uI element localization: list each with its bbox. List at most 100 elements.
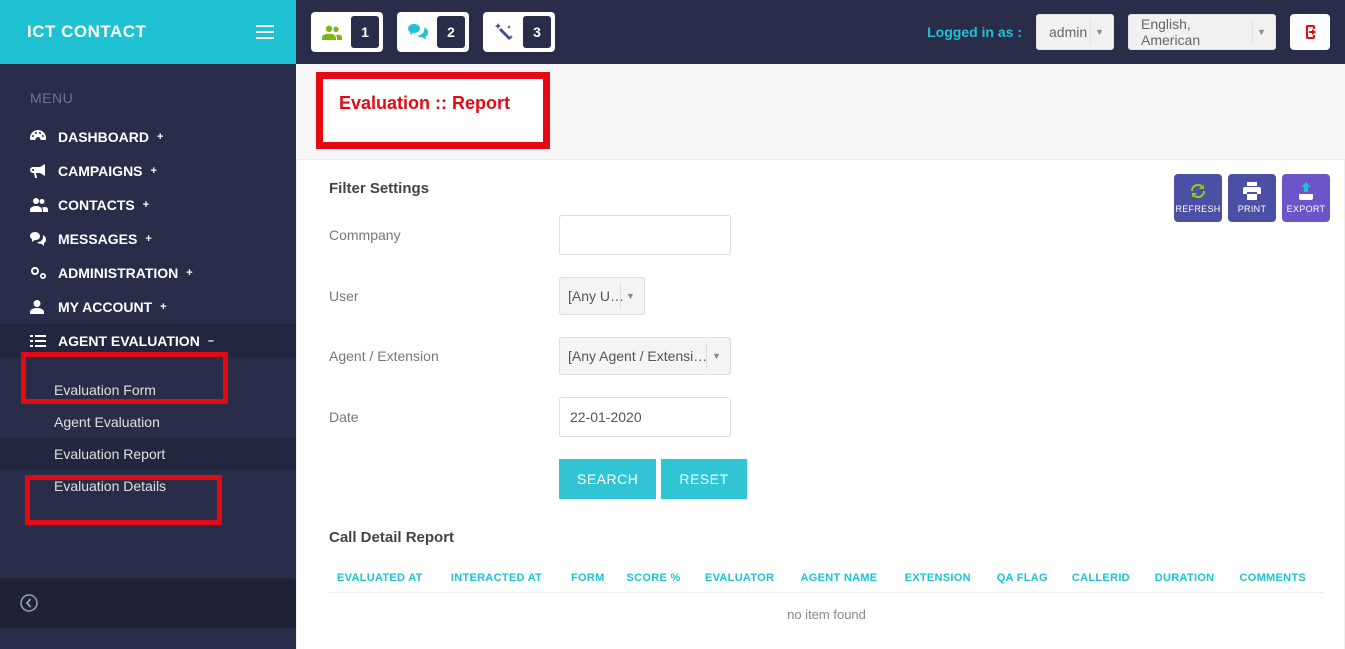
export-button[interactable]: EXPORT xyxy=(1282,174,1330,222)
date-input[interactable] xyxy=(559,397,731,437)
chevron-down-icon: ▼ xyxy=(620,282,640,310)
submenu: Evaluation Form Agent Evaluation Evaluat… xyxy=(0,358,296,502)
col-form[interactable]: FORM xyxy=(563,564,619,593)
users-icon xyxy=(315,16,349,48)
table-empty-row: no item found xyxy=(329,593,1324,637)
report-table: EVALUATED AT INTERACTED AT FORM SCORE % … xyxy=(329,564,1324,636)
nav-my-account[interactable]: MY ACCOUNT + xyxy=(0,290,296,324)
refresh-label: REFRESH xyxy=(1175,204,1220,214)
user-select-value: [Any U… xyxy=(568,288,624,304)
company-label: Commpany xyxy=(329,227,559,243)
language-dropdown[interactable]: English, American ▼ xyxy=(1128,14,1276,50)
step-1[interactable]: 1 xyxy=(311,12,383,52)
row-user: User [Any U… ▼ xyxy=(329,277,1324,315)
topbar: 1 2 3 Logged in as : admin ▼ E xyxy=(296,0,1345,64)
row-date: Date xyxy=(329,397,1324,437)
list-icon xyxy=(30,335,58,347)
nav-administration[interactable]: ADMINISTRATION + xyxy=(0,256,296,290)
logout-icon xyxy=(1302,25,1318,39)
agent-label: Agent / Extension xyxy=(329,348,559,364)
button-divider xyxy=(658,459,659,499)
cogs-icon xyxy=(30,266,58,280)
filter-panel: REFRESH PRINT EXPORT Filter Settings xyxy=(296,159,1345,649)
nav-label: CONTACTS xyxy=(58,197,135,213)
sidebar-footer xyxy=(0,578,296,628)
step-number: 3 xyxy=(523,16,551,48)
main-content: Evaluation :: Report REFRESH PRINT xyxy=(296,64,1345,649)
comments-icon xyxy=(401,16,435,48)
nav-messages[interactable]: MESSAGES + xyxy=(0,222,296,256)
nav-label: MESSAGES xyxy=(58,231,137,247)
print-button[interactable]: PRINT xyxy=(1228,174,1276,222)
col-evaluated-at[interactable]: EVALUATED AT xyxy=(329,564,443,593)
comments-icon xyxy=(30,232,58,246)
submenu-agent-evaluation[interactable]: Agent Evaluation xyxy=(0,406,296,438)
col-extension[interactable]: EXTENSION xyxy=(897,564,989,593)
submenu-evaluation-report[interactable]: Evaluation Report xyxy=(0,438,296,470)
users-icon xyxy=(30,198,58,212)
nav-campaigns[interactable]: CAMPAIGNS + xyxy=(0,154,296,188)
menu-label: MENU xyxy=(0,64,296,120)
refresh-icon xyxy=(1189,182,1207,200)
user-select[interactable]: [Any U… ▼ xyxy=(559,277,645,315)
row-agent: Agent / Extension [Any Agent / Extensi… … xyxy=(329,337,1324,375)
nav-label: MY ACCOUNT xyxy=(58,299,152,315)
page-title-card: Evaluation :: Report xyxy=(316,72,550,149)
user-dropdown-value: admin xyxy=(1049,24,1087,40)
submenu-evaluation-details[interactable]: Evaluation Details xyxy=(0,470,296,502)
submenu-evaluation-form[interactable]: Evaluation Form xyxy=(0,374,296,406)
collapse-icon[interactable] xyxy=(20,594,38,612)
print-icon xyxy=(1243,182,1261,200)
nav-label: ADMINISTRATION xyxy=(58,265,178,281)
print-label: PRINT xyxy=(1238,204,1267,214)
logout-button[interactable] xyxy=(1290,14,1330,50)
page-title: Evaluation :: Report xyxy=(339,93,527,114)
plus-icon: + xyxy=(151,165,157,177)
user-label: User xyxy=(329,288,559,304)
col-callerid[interactable]: CALLERID xyxy=(1064,564,1147,593)
panel-actions: REFRESH PRINT EXPORT xyxy=(1174,174,1330,222)
date-label: Date xyxy=(329,409,559,425)
col-interacted-at[interactable]: INTERACTED AT xyxy=(443,564,563,593)
refresh-button[interactable]: REFRESH xyxy=(1174,174,1222,222)
logged-in-label: Logged in as : xyxy=(927,24,1022,40)
col-score[interactable]: SCORE % xyxy=(619,564,697,593)
user-dropdown[interactable]: admin ▼ xyxy=(1036,14,1114,50)
user-icon xyxy=(30,300,58,314)
plus-icon: + xyxy=(160,301,166,313)
company-input[interactable] xyxy=(559,215,731,255)
topbar-left: 1 2 3 xyxy=(311,12,555,52)
export-icon xyxy=(1297,182,1315,200)
search-button[interactable]: SEARCH xyxy=(559,459,656,499)
col-comments[interactable]: COMMENTS xyxy=(1231,564,1324,593)
chevron-down-icon: ▼ xyxy=(1090,19,1108,45)
step-3[interactable]: 3 xyxy=(483,12,555,52)
step-number: 1 xyxy=(351,16,379,48)
agent-select[interactable]: [Any Agent / Extensi… ▼ xyxy=(559,337,731,375)
col-duration[interactable]: DURATION xyxy=(1147,564,1232,593)
nav-list: DASHBOARD + CAMPAIGNS + CONTACTS + xyxy=(0,120,296,358)
nav-label: CAMPAIGNS xyxy=(58,163,143,179)
col-qa-flag[interactable]: QA FLAG xyxy=(989,564,1064,593)
col-evaluator[interactable]: EVALUATOR xyxy=(697,564,793,593)
col-agent-name[interactable]: AGENT NAME xyxy=(792,564,896,593)
sidebar: ICT CONTACT MENU DASHBOARD + CAMPAIGNS + xyxy=(0,0,296,649)
plus-icon: + xyxy=(145,233,151,245)
topbar-right: Logged in as : admin ▼ English, American… xyxy=(927,14,1330,50)
minus-icon: – xyxy=(208,335,214,347)
button-row: SEARCH RESET xyxy=(559,459,1324,499)
nav-contacts[interactable]: CONTACTS + xyxy=(0,188,296,222)
plus-icon: + xyxy=(157,131,163,143)
chevron-down-icon: ▼ xyxy=(1252,19,1270,45)
nav-dashboard[interactable]: DASHBOARD + xyxy=(0,120,296,154)
step-2[interactable]: 2 xyxy=(397,12,469,52)
brand-bar: ICT CONTACT xyxy=(0,0,296,64)
language-dropdown-value: English, American xyxy=(1141,16,1245,48)
nav-agent-evaluation[interactable]: AGENT EVALUATION – xyxy=(0,324,296,358)
step-number: 2 xyxy=(437,16,465,48)
export-label: EXPORT xyxy=(1287,204,1326,214)
plus-icon: + xyxy=(143,199,149,211)
reset-button[interactable]: RESET xyxy=(661,459,746,499)
hamburger-icon[interactable] xyxy=(256,25,274,39)
wand-icon xyxy=(487,16,521,48)
